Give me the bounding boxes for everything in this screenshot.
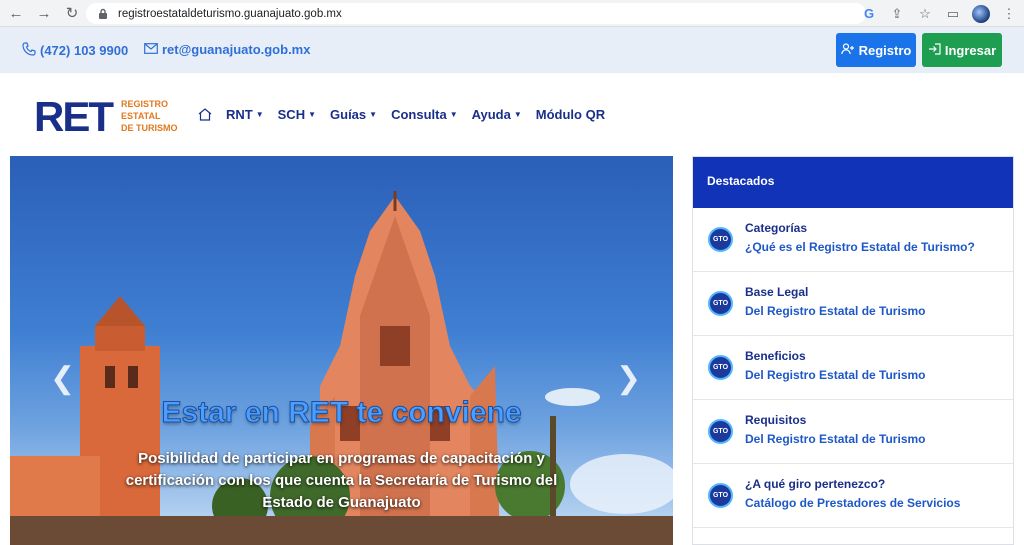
featured-heading: Destacados	[693, 157, 1013, 208]
featured-item-title[interactable]: Beneficios	[745, 349, 806, 363]
nav-item-rnt[interactable]: RNT ▼	[226, 107, 264, 122]
back-arrow-icon[interactable]: ←	[4, 1, 28, 25]
menu-dots-icon[interactable]: ⋮	[1000, 5, 1018, 23]
featured-item-subtitle[interactable]: Catálogo de Prestadores de Servicios	[745, 496, 960, 510]
featured-item-subtitle[interactable]: Del Registro Estatal de Turismo	[745, 368, 926, 382]
caret-down-icon: ▼	[369, 110, 378, 119]
login-label: Ingresar	[944, 42, 997, 58]
carousel-prev-icon[interactable]: ❮	[50, 361, 75, 396]
top-contact-bar: (472) 103 9900 ret@guanajuato.gob.mx Reg…	[0, 27, 1024, 73]
address-bar[interactable]: registroestataldeturismo.guanajuato.gob.…	[86, 3, 866, 24]
gto-badge-icon: GTO	[708, 419, 733, 444]
logo-subtitle: REGISTRO ESTATAL DE TURISMO	[121, 98, 178, 134]
featured-panel: Destacados GTO Categorías ¿Qué es el Reg…	[692, 156, 1014, 545]
caret-down-icon: ▼	[255, 110, 264, 119]
hero-carousel: ❮ ❯ Estar en RET te conviene Posibilidad…	[10, 156, 673, 545]
forward-arrow-icon[interactable]: →	[32, 1, 56, 25]
featured-item-title[interactable]: Categorías	[745, 221, 807, 235]
nav-label: Módulo QR	[535, 107, 606, 122]
nav-item-sch[interactable]: SCH ▼	[278, 107, 316, 122]
logo-line-3: DE TURISMO	[121, 123, 178, 133]
nav-label: Consulta	[391, 107, 447, 122]
add-user-icon	[840, 42, 855, 58]
featured-item-subtitle[interactable]: Del Registro Estatal de Turismo	[745, 432, 926, 446]
featured-item[interactable]: GTO Base Legal Del Registro Estatal de T…	[693, 272, 1013, 336]
browser-toolbar: ← → ↻ registroestataldeturismo.guanajuat…	[0, 0, 1024, 27]
hero-description: Posibilidad de participar en programas d…	[125, 450, 558, 511]
login-button[interactable]: Ingresar	[922, 33, 1002, 67]
sidepanel-icon[interactable]: ▭	[944, 5, 962, 23]
reload-icon[interactable]: ↻	[60, 1, 84, 25]
email-link[interactable]: ret@guanajuato.gob.mx	[144, 42, 310, 57]
featured-item-subtitle[interactable]: ¿Qué es el Registro Estatal de Turismo?	[745, 240, 975, 254]
phone-icon	[22, 42, 36, 59]
url-text: registroestataldeturismo.guanajuato.gob.…	[118, 7, 342, 20]
envelope-icon	[144, 42, 158, 57]
ret-logo[interactable]: RET	[34, 96, 114, 138]
featured-item[interactable]: GTO Beneficios Del Registro Estatal de T…	[693, 336, 1013, 400]
featured-item-subtitle[interactable]: Del Registro Estatal de Turismo	[745, 304, 926, 318]
star-icon[interactable]: ☆	[916, 5, 934, 23]
logo-line-1: REGISTRO	[121, 99, 169, 109]
home-icon[interactable]	[198, 108, 212, 121]
caret-down-icon: ▼	[308, 110, 317, 119]
gto-badge-icon: GTO	[708, 291, 733, 316]
nav-label: SCH	[277, 107, 306, 122]
nav-label: Guías	[330, 107, 367, 122]
featured-item-title[interactable]: ¿A qué giro pertenezco?	[745, 477, 885, 491]
caret-down-icon: ▼	[513, 110, 522, 119]
featured-item[interactable]: GTO Categorías ¿Qué es el Registro Estat…	[693, 208, 1013, 272]
phone-link[interactable]: (472) 103 9900	[22, 42, 128, 59]
featured-item[interactable]: GTO Requisitos Del Registro Estatal de T…	[693, 400, 1013, 464]
site-header: RET REGISTRO ESTATAL DE TURISMO RNT ▼ SCH…	[0, 73, 1024, 156]
featured-item-title[interactable]: Requisitos	[745, 413, 806, 427]
register-label: Registro	[858, 42, 912, 58]
nav-item-consulta[interactable]: Consulta ▼	[391, 107, 458, 122]
logo-line-2: ESTATAL	[121, 111, 161, 121]
gto-badge-icon: GTO	[708, 227, 733, 252]
nav-label: RNT	[226, 107, 253, 122]
nav-item-guias[interactable]: Guías ▼	[330, 107, 377, 122]
gto-badge-icon: GTO	[708, 483, 733, 508]
login-icon	[928, 42, 941, 58]
nav-label: Ayuda	[471, 107, 511, 122]
featured-item-title[interactable]: Base Legal	[745, 285, 808, 299]
nav-item-ayuda[interactable]: Ayuda ▼	[472, 107, 522, 122]
phone-number: (472) 103 9900	[40, 43, 129, 58]
profile-avatar[interactable]	[972, 4, 990, 23]
hero-title: Estar en RET te conviene	[161, 396, 522, 430]
caret-down-icon: ▼	[449, 110, 458, 119]
main-nav: RNT ▼ SCH ▼ Guías ▼ Consulta ▼ Ayuda ▼ Módulo…	[198, 107, 605, 122]
lock-icon	[96, 7, 110, 21]
register-button[interactable]: Registro	[836, 33, 916, 67]
google-icon[interactable]: G	[860, 5, 878, 23]
featured-item[interactable]: GTO ¿A qué giro pertenezco? Catálogo de …	[693, 464, 1013, 528]
share-icon[interactable]: ⇪	[888, 5, 906, 23]
email-address: ret@guanajuato.gob.mx	[162, 42, 311, 57]
nav-item-modulo-qr[interactable]: Módulo QR	[536, 107, 605, 122]
gto-badge-icon: GTO	[708, 355, 733, 380]
carousel-next-icon[interactable]: ❯	[616, 361, 641, 396]
